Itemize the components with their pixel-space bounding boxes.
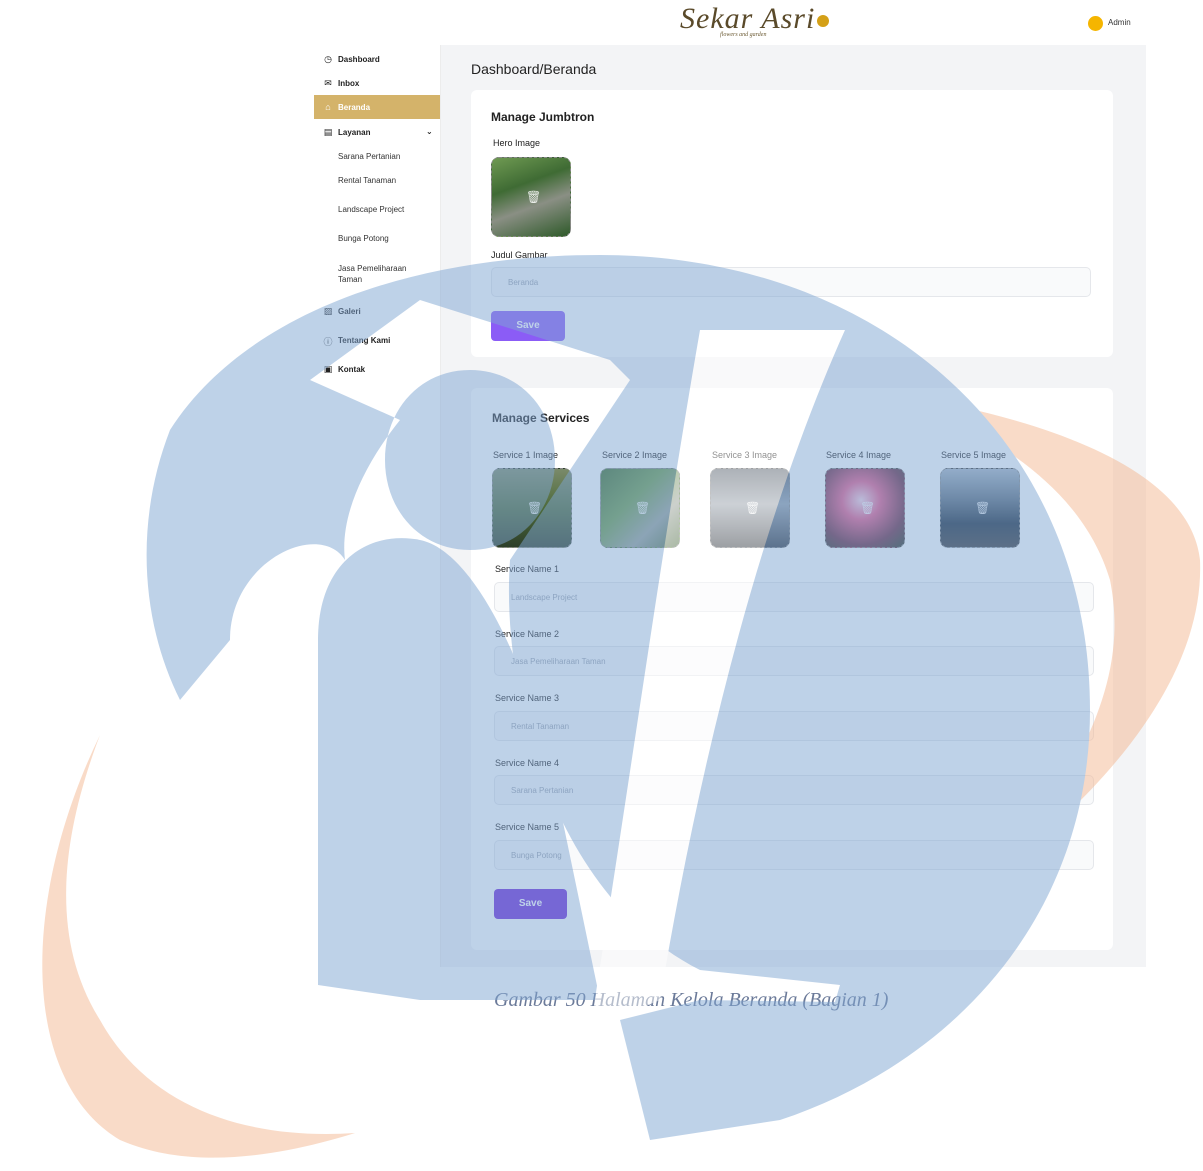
logo: Sekar Asri flowers and garden (680, 2, 830, 38)
jumbotron-save-button[interactable]: Save (491, 311, 565, 341)
trash-icon[interactable]: 🗑 (860, 501, 875, 515)
trash-icon[interactable]: 🗑 (635, 501, 650, 515)
service-name-3-label: Service Name 3 (495, 693, 560, 703)
page-title: Dashboard/Beranda (471, 61, 597, 77)
service-5-image-label: Service 5 Image (941, 450, 1007, 460)
trash-icon[interactable]: 🗑 (526, 190, 541, 204)
judul-gambar-input[interactable]: Beranda (491, 267, 1091, 297)
service-name-1-label: Service Name 1 (495, 564, 560, 574)
jumbotron-title: Manage Jumbtron (491, 110, 595, 124)
sidebar-subitem-jasa-pemeliharaan[interactable]: Jasa Pemeliharaan Taman (338, 263, 428, 285)
avatar[interactable] (1088, 16, 1103, 31)
service-4-image-label: Service 4 Image (826, 450, 892, 460)
home-icon: ⌂ (325, 102, 331, 112)
trash-icon[interactable]: 🗑 (745, 501, 760, 515)
trash-icon[interactable]: 🗑 (527, 501, 542, 515)
hero-image-label: Hero Image (493, 138, 541, 148)
sidebar-subitem-bunga-potong[interactable]: Bunga Potong (338, 233, 428, 244)
logo-subtitle: flowers and garden (720, 32, 767, 38)
service-name-5-label: Service Name 5 (495, 822, 560, 832)
service-1-image-label: Service 1 Image (493, 450, 559, 460)
logo-text: Sekar Asri (680, 2, 816, 35)
service-2-image-label: Service 2 Image (602, 450, 668, 460)
contact-icon: ▣ (323, 364, 333, 374)
sidebar-subitem-rental-tanaman[interactable]: Rental Tanaman (338, 175, 428, 186)
service-name-5-input[interactable]: Bunga Potong (494, 840, 1094, 870)
service-name-1-input[interactable]: Landscape Project (494, 582, 1094, 612)
document-icon: ▤ (323, 127, 333, 137)
service-3-image-label: Service 3 Image (712, 450, 778, 460)
service-name-4-input[interactable]: Sarana Pertanian (494, 775, 1094, 805)
sidebar-subitem-sarana-pertanian[interactable]: Sarana Pertanian (338, 151, 428, 162)
services-save-button[interactable]: Save (494, 889, 567, 919)
service-name-4-label: Service Name 4 (495, 758, 560, 768)
dashboard-icon: ◷ (324, 54, 332, 64)
service-3-image[interactable]: 🗑 (710, 468, 790, 548)
sidebar-item-beranda[interactable]: ⌂ Beranda (314, 95, 440, 119)
user-name[interactable]: Admin (1108, 18, 1131, 27)
info-icon: ⓘ (323, 337, 333, 347)
chevron-down-icon: ⌄ (426, 127, 433, 136)
service-name-2-label: Service Name 2 (495, 629, 560, 639)
service-name-3-input[interactable]: Rental Tanaman (494, 711, 1094, 741)
judul-gambar-label: Judul Gambar (491, 250, 548, 260)
hero-image[interactable]: 🗑 (491, 157, 571, 237)
service-1-image[interactable]: 🗑 (492, 468, 572, 548)
mail-icon: ✉ (324, 78, 332, 88)
service-5-image[interactable]: 🗑 (940, 468, 1020, 548)
logo-flower-icon (817, 15, 830, 28)
watermark-orange-arc-left (42, 735, 356, 1158)
sidebar-subitem-landscape-project[interactable]: Landscape Project (338, 204, 428, 215)
sidebar: ◷ Dashboard ✉ Inbox ⌂ Beranda ▤ Layanan … (314, 45, 441, 967)
service-2-image[interactable]: 🗑 (600, 468, 680, 548)
services-title: Manage Services (492, 411, 590, 425)
trash-icon[interactable]: 🗑 (975, 501, 990, 515)
figure-caption: Gambar 50 Halaman Kelola Beranda (Bagian… (494, 989, 889, 1011)
service-name-2-input[interactable]: Jasa Pemeliharaan Taman (494, 646, 1094, 676)
image-icon: ▨ (323, 306, 333, 316)
service-4-image[interactable]: 🗑 (825, 468, 905, 548)
